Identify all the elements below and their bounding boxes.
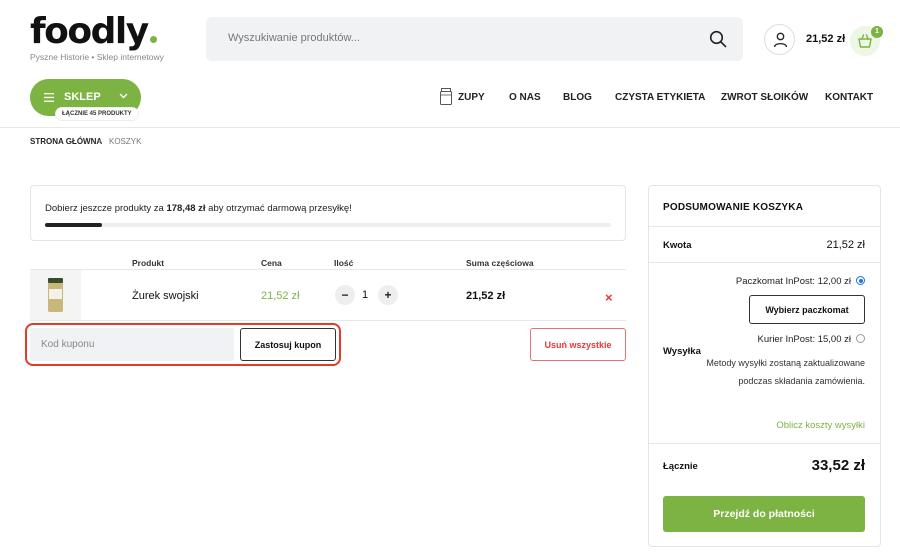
- table-header-divider: [30, 269, 626, 270]
- header-divider: [0, 127, 900, 128]
- product-name[interactable]: Żurek swojski: [132, 290, 199, 302]
- free-shipping-progress-fill: [45, 223, 102, 227]
- nav-link-czysta-etykieta[interactable]: CZYSTA ETYKIETA: [615, 92, 705, 103]
- clear-cart-button[interactable]: Usuń wszystkie: [530, 328, 626, 361]
- nav-link-kontakt[interactable]: KONTAKT: [825, 92, 873, 103]
- subtotal-label: Kwota: [663, 240, 692, 251]
- search-placeholder: Wyszukiwanie produktów...: [228, 32, 360, 44]
- quantity-increase-button[interactable]: +: [378, 285, 398, 305]
- shop-menu-label: SKLEP: [64, 91, 101, 103]
- shipping-option-paczkomat[interactable]: Paczkomat InPost: 12,00 zł: [736, 276, 865, 287]
- search-input[interactable]: Wyszukiwanie produktów...: [206, 17, 743, 61]
- radio-unselected[interactable]: [856, 334, 865, 343]
- column-header-subtotal: Suma częściowa: [466, 258, 534, 268]
- user-icon: [773, 32, 788, 48]
- logo-tagline: Pyszne Historie • Sklep internetowy: [30, 52, 164, 62]
- logo-text: foodly: [30, 11, 149, 52]
- free-shipping-progress: [45, 223, 611, 227]
- product-jar-image: [48, 278, 63, 312]
- jar-icon: [440, 88, 452, 105]
- cart-count-badge: 1: [871, 26, 883, 38]
- shipping-note: Metody wysyłki zostaną zaktualizowane po…: [706, 358, 865, 386]
- table-row-divider: [30, 320, 626, 321]
- summary-divider: [649, 226, 880, 227]
- radio-selected[interactable]: [856, 276, 865, 285]
- summary-divider: [649, 262, 880, 263]
- shipping-label: Wysyłka: [663, 346, 701, 357]
- nav-link-o-nas[interactable]: O NAS: [509, 92, 541, 103]
- cart-total[interactable]: 21,52 zł: [806, 33, 845, 45]
- free-shipping-text: Dobierz jeszcze produkty za 178,48 zł ab…: [45, 203, 352, 214]
- subtotal-value: 21,52 zł: [826, 239, 865, 251]
- shipping-option-kurier[interactable]: Kurier InPost: 15,00 zł: [758, 334, 865, 345]
- chevron-down-icon: [119, 93, 128, 99]
- products-count-pill: ŁĄCZNIE 45 PRODUKTY: [56, 108, 138, 120]
- checkout-button[interactable]: Przejdź do płatności: [663, 496, 865, 532]
- total-value: 33,52 zł: [811, 457, 865, 474]
- apply-coupon-label: Zastosuj kupon: [254, 340, 322, 350]
- nav-link-zwrot-sloikow[interactable]: ZWROT SŁOIKÓW: [721, 92, 808, 103]
- choose-locker-label: Wybierz paczkomat: [765, 305, 849, 315]
- breadcrumb-current: KOSZYK: [109, 137, 142, 146]
- product-subtotal: 21,52 zł: [466, 290, 506, 302]
- breadcrumb-home[interactable]: STRONA GŁÓWNA: [30, 137, 102, 146]
- quantity-decrease-button[interactable]: −: [335, 285, 355, 305]
- column-header-product: Produkt: [132, 258, 165, 268]
- quantity-value[interactable]: 1: [362, 289, 368, 301]
- choose-locker-button[interactable]: Wybierz paczkomat: [749, 295, 865, 324]
- logo-dot: [149, 36, 157, 43]
- remove-item-icon[interactable]: ×: [605, 290, 613, 305]
- breadcrumb-separator: >: [97, 137, 102, 146]
- search-icon[interactable]: [709, 30, 727, 48]
- menu-icon: [44, 93, 54, 102]
- summary-divider: [649, 443, 880, 444]
- clear-cart-label: Usuń wszystkie: [544, 340, 612, 350]
- total-label: Łącznie: [663, 461, 698, 472]
- account-button[interactable]: [764, 24, 795, 55]
- logo[interactable]: foodly Pyszne Historie • Sklep interneto…: [30, 11, 164, 63]
- column-header-price: Cena: [261, 258, 282, 268]
- nav-link-blog[interactable]: BLOG: [563, 92, 592, 103]
- column-header-quantity: Ilość: [334, 258, 354, 268]
- checkout-label: Przejdź do płatności: [713, 508, 815, 520]
- nav-link-zupy[interactable]: ZUPY: [458, 92, 485, 103]
- apply-coupon-button[interactable]: Zastosuj kupon: [240, 328, 336, 361]
- free-shipping-notice: Dobierz jeszcze produkty za 178,48 zł ab…: [30, 185, 626, 241]
- free-shipping-amount: 178,48 zł: [166, 203, 206, 214]
- calculate-shipping-link[interactable]: Oblicz koszty wysyłki: [776, 420, 865, 431]
- summary-title: PODSUMOWANIE KOSZYKA: [663, 202, 804, 213]
- product-thumbnail[interactable]: [30, 270, 81, 320]
- coupon-placeholder: Kod kuponu: [41, 339, 95, 350]
- basket-icon: [858, 34, 872, 48]
- product-price: 21,52 zł: [261, 290, 300, 302]
